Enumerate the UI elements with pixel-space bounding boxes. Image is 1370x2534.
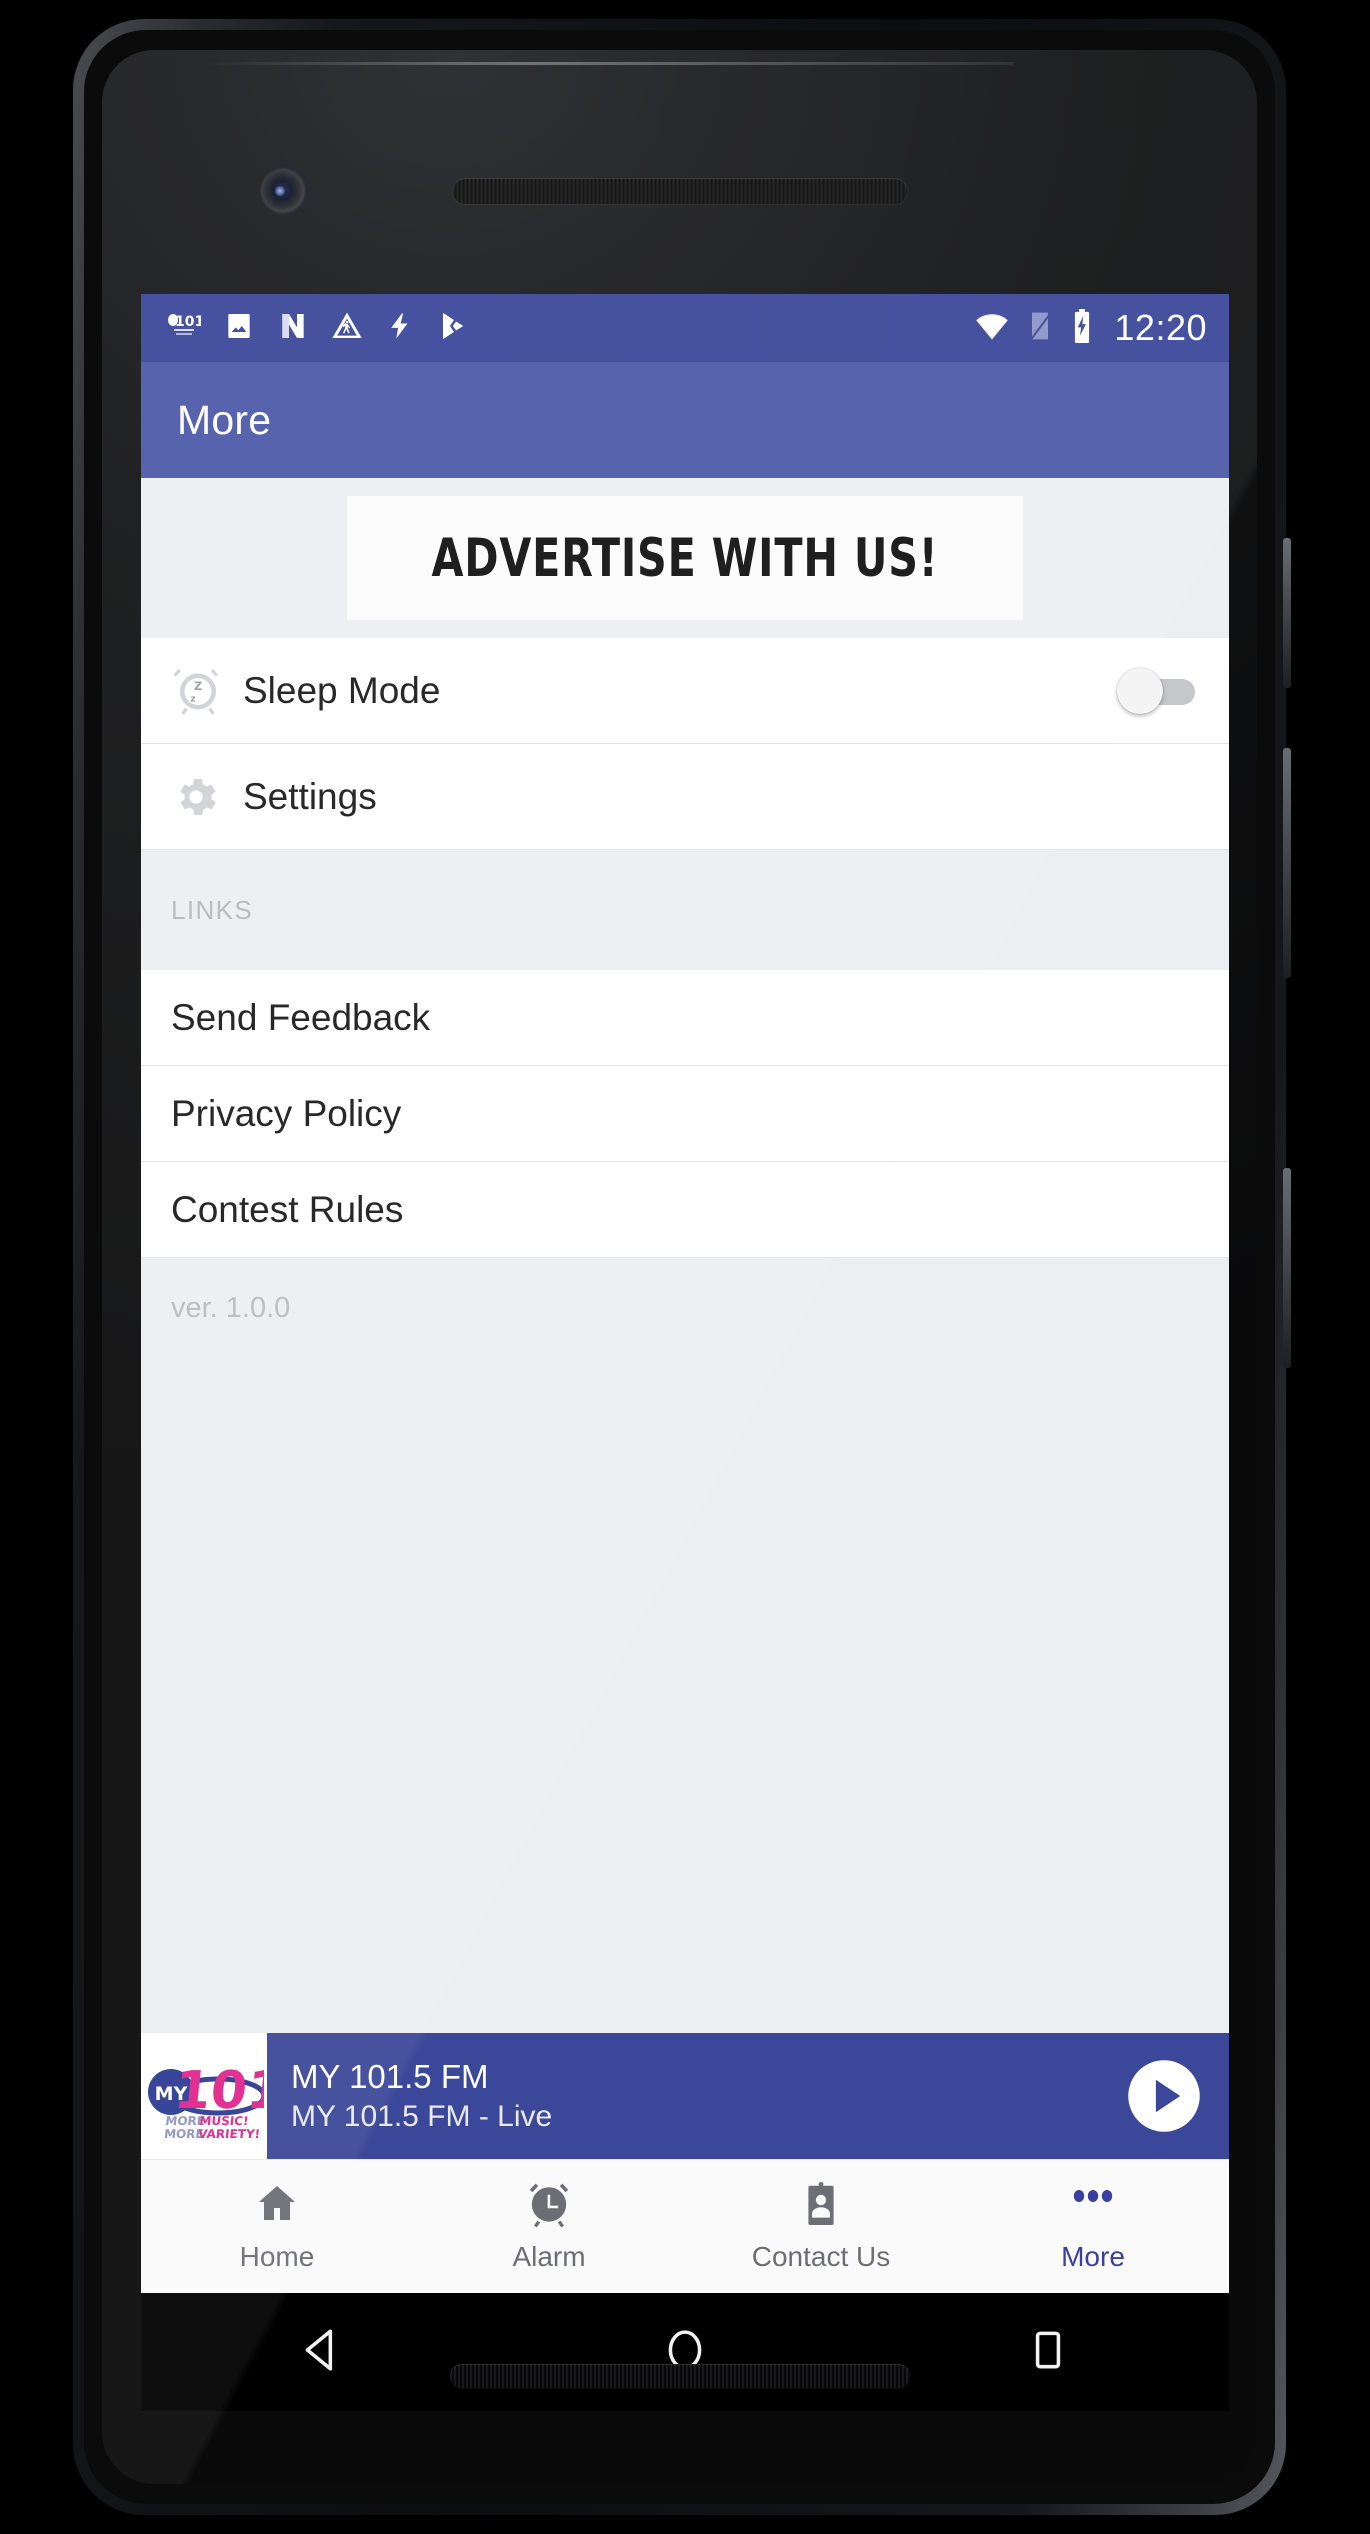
nav-item-home[interactable]: Home [141,2180,413,2273]
link-label: Send Feedback [171,996,431,1038]
wifi-icon [974,311,1010,346]
link-send-feedback[interactable]: Send Feedback [141,970,1229,1066]
ad-region: ADVERTISE WITH US! [141,478,1229,638]
earpiece-speaker [452,178,907,204]
volume-button[interactable] [1283,748,1291,978]
alarm-snooze-icon: Z z [171,664,243,718]
bottom-speaker [449,2364,910,2388]
row-label-settings: Settings [243,775,377,817]
nav-item-contact-us[interactable]: Contact Us [685,2180,957,2273]
link-contest-rules[interactable]: Contest Rules [141,1162,1229,1258]
contact-card-icon [797,2180,845,2233]
station-subtitle: MY 101.5 FM - Live [291,2100,553,2133]
play-button[interactable] [1099,2033,1229,2159]
svg-text:Z: Z [194,680,202,693]
bolt-icon [385,310,415,347]
status-bar-left-icons: 1015 [167,310,974,347]
alarm-icon [525,2180,573,2233]
station-title: MY 101.5 FM [291,2058,489,2095]
nav-label: Contact Us [751,2241,891,2272]
svg-text:z: z [190,694,195,704]
android-recents-button[interactable] [866,2325,1229,2380]
link-label: Contest Rules [171,1188,404,1230]
play-store-icon [437,310,469,347]
link-privacy-policy[interactable]: Privacy Policy [141,1066,1229,1162]
advertise-with-us-banner[interactable]: ADVERTISE WITH US! [347,496,1023,620]
version-region: ver. 1.0.0 [141,1258,1229,2033]
android-system-navigation [141,2293,1229,2411]
secondary-side-button[interactable] [1283,1168,1291,1368]
version-text: ver. 1.0.0 [171,1292,291,1324]
nav-item-more[interactable]: More [957,2180,1229,2273]
cell-signal-icon [1026,310,1054,347]
row-sleep-mode[interactable]: Z z Sleep Mode [141,638,1229,744]
recents-square-icon [1023,2325,1073,2380]
link-label: Privacy Policy [171,1092,402,1134]
back-triangle-icon [297,2325,347,2380]
home-icon [253,2180,301,2233]
nav-label: More [1061,2241,1125,2272]
nav-label: Alarm [512,2241,586,2272]
status-bar-clock: 12:20 [1114,307,1207,348]
image-icon [223,310,255,347]
screen-glare-line [205,62,1015,65]
page-title: More [177,396,272,443]
station-logo: MY 101.5 MORE MUSIC! MORE VARIETY! [141,2033,267,2159]
row-settings[interactable]: Settings [141,744,1229,850]
bottom-navigation: Home Alarm Contact Us More [141,2159,1229,2293]
svg-text:1015: 1015 [175,314,201,330]
front-camera [262,170,304,212]
nav-label: Home [239,2241,315,2272]
row-label-sleep-mode: Sleep Mode [243,669,441,711]
sleep-mode-toggle[interactable] [1117,667,1195,714]
now-playing-text: MY 101.5 FM MY 101.5 FM - Live [267,2033,1099,2159]
status-bar-right-icons: 12:20 [974,307,1207,349]
power-button[interactable] [1283,538,1291,688]
more-dots-icon [1069,2180,1117,2233]
now-playing-bar[interactable]: MY 101.5 MORE MUSIC! MORE VARIETY! MY 10… [141,2033,1229,2159]
toggle-knob [1117,667,1163,714]
screenshot-canvas: 1015 [0,0,1370,2534]
svg-text:MUSIC!: MUSIC! [199,2114,249,2128]
battery-charging-icon [1070,308,1094,348]
svg-text:VARIETY!: VARIETY! [197,2127,260,2141]
section-header-links: LINKS [141,850,1229,970]
gear-icon [171,772,243,822]
app-notification-icon: 1015 [167,311,214,346]
app-bar: More [141,362,1229,478]
construction-icon [331,310,363,347]
section-header-label: LINKS [171,894,254,925]
proximity-sensor [659,100,708,132]
android-nougat-icon [277,310,309,347]
ad-banner-text: ADVERTISE WITH US! [431,527,939,589]
svg-text:101.5: 101.5 [171,2061,264,2121]
status-bar: 1015 [141,294,1229,362]
nav-item-alarm[interactable]: Alarm [413,2180,685,2273]
app-screen: 1015 [141,294,1229,2293]
